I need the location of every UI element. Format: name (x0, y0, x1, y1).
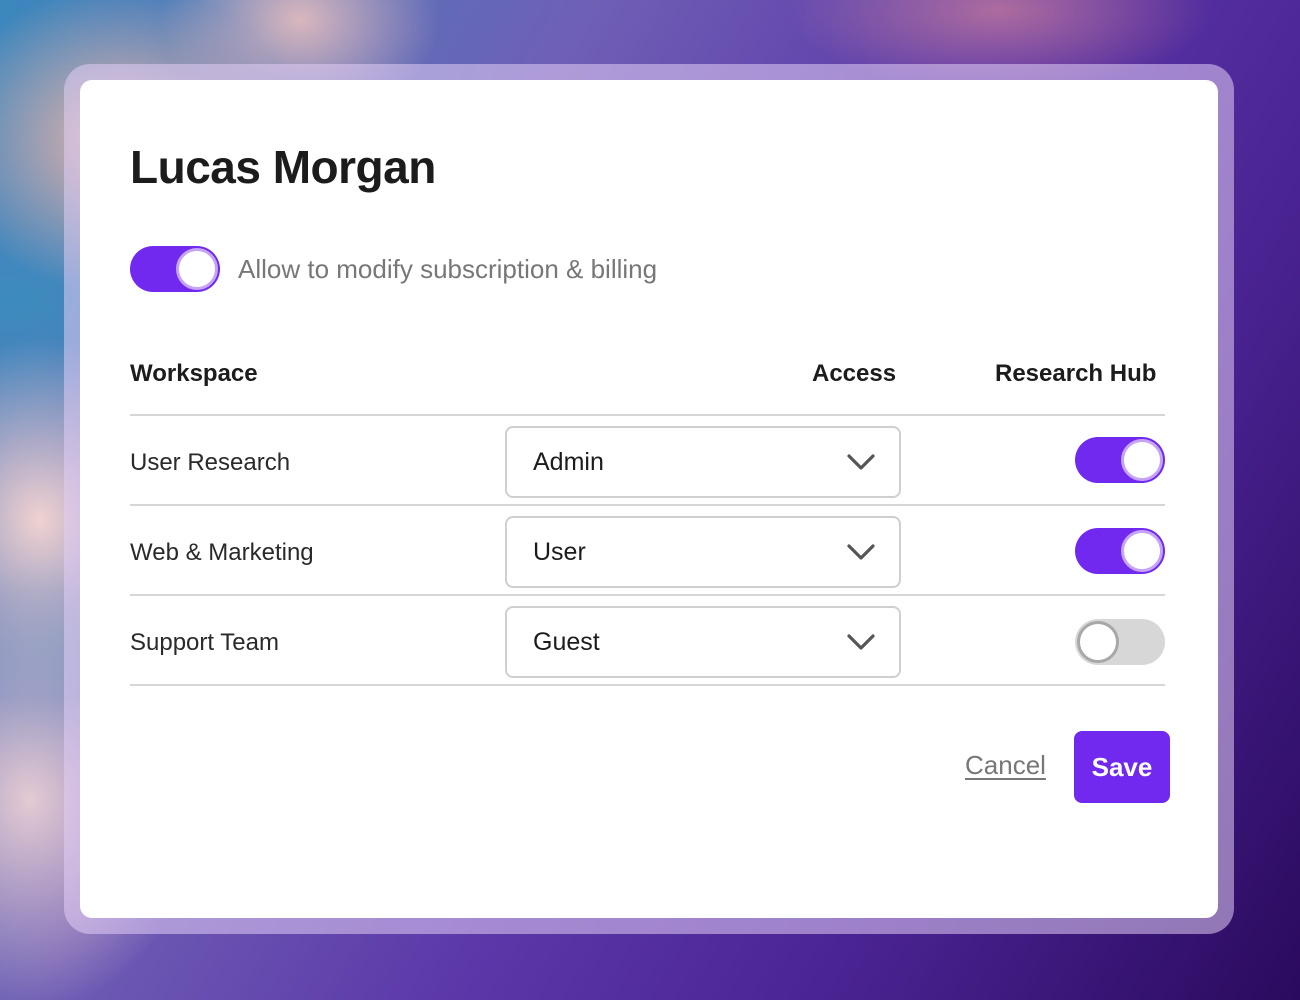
table-divider (130, 594, 1165, 596)
workspace-name: Web & Marketing (130, 539, 314, 566)
toggle-knob (1077, 621, 1119, 663)
column-header-workspace: Workspace (130, 360, 258, 387)
column-header-access: Access (812, 360, 897, 387)
chevron-down-icon (847, 634, 875, 650)
workspace-name: User Research (130, 449, 291, 476)
access-select-support-team[interactable]: Guest (505, 606, 901, 678)
user-permissions-dialog: Lucas Morgan Allow to modify subscriptio… (80, 80, 1218, 918)
save-button[interactable]: Save (1074, 731, 1170, 803)
table-divider (130, 504, 1165, 506)
table-divider (130, 684, 1165, 686)
toggle-knob (176, 248, 218, 290)
research-hub-toggle-support-team[interactable] (1075, 619, 1165, 665)
table-divider (130, 414, 1165, 416)
billing-toggle-label: Allow to modify subscription & billing (238, 254, 658, 284)
access-select-value: Guest (533, 628, 600, 656)
column-header-research-hub: Research Hub (995, 360, 1157, 387)
toggle-knob (1121, 530, 1163, 572)
access-select-value: Admin (533, 448, 604, 476)
access-select-web-marketing[interactable]: User (505, 516, 901, 588)
page-title: Lucas Morgan (130, 141, 436, 193)
billing-toggle[interactable] (130, 246, 220, 292)
workspace-name: Support Team (130, 629, 279, 656)
research-hub-toggle-web-marketing[interactable] (1075, 528, 1165, 574)
access-select-user-research[interactable]: Admin (505, 426, 901, 498)
chevron-down-icon (847, 454, 875, 470)
toggle-knob (1121, 439, 1163, 481)
access-select-value: User (533, 538, 586, 566)
cancel-button[interactable]: Cancel (965, 750, 1046, 781)
chevron-down-icon (847, 544, 875, 560)
research-hub-toggle-user-research[interactable] (1075, 437, 1165, 483)
